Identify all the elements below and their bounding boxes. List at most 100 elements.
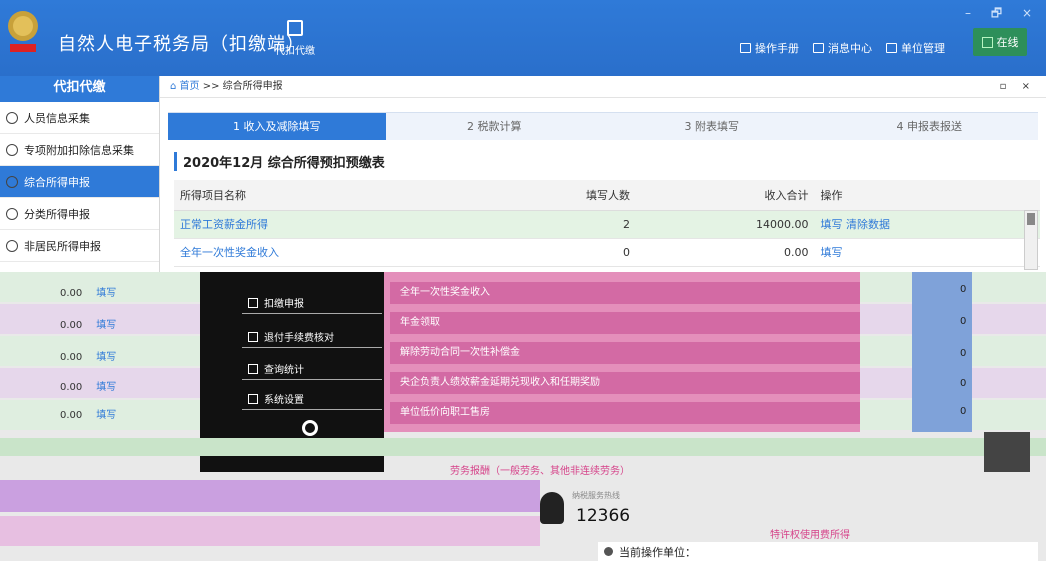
row-income-value: 0.00 <box>784 245 809 259</box>
sidebar-item-classified[interactable]: 分类所得申报 <box>0 198 159 230</box>
zero-value: 0 <box>960 378 967 389</box>
step-submit[interactable]: 4 申报表报送 <box>820 112 1038 140</box>
labor-item[interactable]: 劳务报酬（一般劳务、其他非连续劳务） <box>450 462 630 477</box>
building-icon <box>886 43 897 53</box>
fill-link[interactable]: 填写 <box>96 382 116 393</box>
main-panel: ⌂ 首页 >> 综合所得申报 ▫ × 1 收入及减除填写 2 税款计算 3 附表… <box>160 76 1046 272</box>
fill-link[interactable]: 填写 <box>96 288 116 299</box>
row-item-name[interactable]: 正常工资薪金所得 <box>174 210 482 239</box>
user-icon <box>604 547 613 556</box>
sidebar-item-label: 专项附加扣除信息采集 <box>24 143 134 157</box>
income-item[interactable]: 单位低价向职工售房 <box>390 402 860 424</box>
document-icon <box>287 20 303 36</box>
row-value-text: 0.00 <box>60 288 83 299</box>
row-band <box>0 480 540 512</box>
menu-item-label: 查询统计 <box>264 365 304 376</box>
sidebar-item-label: 分类所得申报 <box>24 207 90 221</box>
target-icon <box>302 420 318 436</box>
menu-item-label: 扣缴申报 <box>264 299 304 310</box>
category-icon <box>6 207 18 220</box>
top-menu: 操作手册 消息中心 单位管理 <box>740 40 945 56</box>
income-table: 所得项目名称 填写人数 收入合计 操作 正常工资薪金所得 2 14000.00 … <box>174 180 1040 267</box>
row-band <box>0 516 540 546</box>
row-item-name[interactable]: 全年一次性奖金收入 <box>174 238 482 267</box>
row-value-text: 0.00 <box>60 382 83 393</box>
online-status-label: 在线 <box>996 36 1019 49</box>
sidebar-item-personnel[interactable]: 人员信息采集 <box>0 102 159 134</box>
row-value: 0.00 填写 <box>60 316 116 331</box>
sidebar-item-nonresident[interactable]: 非居民所得申报 <box>0 230 159 262</box>
menu-box-icon <box>248 297 258 308</box>
title-bar: 自然人电子税务局（扣缴端） 代扣代缴 操作手册 消息中心 单位管理 在线 – 🗗… <box>0 0 1046 76</box>
income-item[interactable]: 年金领取 <box>390 312 860 334</box>
row-value-text: 0.00 <box>60 352 83 363</box>
row-income: 14000.00 <box>636 210 815 239</box>
menu-item-declaration[interactable]: 扣缴申报 <box>242 292 382 314</box>
home-icon: ⌂ <box>170 81 180 92</box>
row-income-value: 14000.00 <box>756 217 809 231</box>
current-unit-label: 当前操作单位： <box>619 545 696 559</box>
table-scrollbar[interactable] <box>1024 210 1038 270</box>
row-band <box>0 438 1046 456</box>
breadcrumb-current: 综合所得申报 <box>222 81 283 92</box>
menu-item-refund[interactable]: 退付手续费核对 <box>242 326 382 348</box>
step-attachment[interactable]: 3 附表填写 <box>603 112 821 140</box>
person-icon <box>6 111 18 124</box>
proxy-withholding-button[interactable]: 代扣代缴 <box>270 20 320 57</box>
row-value-text: 0.00 <box>60 320 83 331</box>
sidebar-item-special-deduction[interactable]: 专项附加扣除信息采集 <box>0 134 159 166</box>
table-row: 全年一次性奖金收入 0 0.00 填写 <box>174 238 1040 267</box>
fill-link[interactable]: 填写 <box>96 410 116 421</box>
panel-controls[interactable]: ▫ × <box>1000 76 1036 98</box>
income-item[interactable]: 解除劳动合同一次性补偿金 <box>390 342 860 364</box>
income-item[interactable]: 央企负责人绩效薪金延期兑现收入和任期奖励 <box>390 372 860 394</box>
row-count: 2 <box>481 210 637 239</box>
row-operations: 填写 清除数据 <box>814 210 1040 239</box>
fill-link[interactable]: 填写 <box>821 218 843 231</box>
sidebar: 代扣代缴 人员信息采集 专项附加扣除信息采集 综合所得申报 分类所得申报 非居民… <box>0 76 160 272</box>
col-operation: 操作 <box>814 180 1040 211</box>
breadcrumb-separator: >> <box>202 81 220 92</box>
menu-box-icon <box>248 393 258 404</box>
royalty-item[interactable]: 特许权使用费所得 <box>770 526 850 541</box>
step-income-input[interactable]: 1 收入及减除填写 <box>168 112 386 140</box>
sidebar-item-comprehensive[interactable]: 综合所得申报 <box>0 166 159 198</box>
fill-link[interactable]: 填写 <box>96 320 116 331</box>
proxy-withholding-label: 代扣代缴 <box>275 46 315 57</box>
report-icon <box>6 175 18 188</box>
menu-manual-label: 操作手册 <box>755 42 799 55</box>
current-unit-bar: 当前操作单位： <box>598 542 1038 561</box>
overlay-region: 0.00 填写 0.00 填写 0.00 填写 0.00 填写 0.00 填写 扣缴申报 … <box>0 272 1046 561</box>
menu-unit-management[interactable]: 单位管理 <box>886 40 945 56</box>
zero-value: 0 <box>960 284 967 295</box>
clear-data-link[interactable]: 清除数据 <box>846 218 890 231</box>
breadcrumb: ⌂ 首页 >> 综合所得申报 ▫ × <box>160 76 1046 98</box>
step-tabs: 1 收入及减除填写 2 税款计算 3 附表填写 4 申报表报送 <box>168 112 1038 140</box>
fill-link[interactable]: 填写 <box>96 352 116 363</box>
row-value: 0.00 填写 <box>60 378 116 393</box>
mail-icon <box>813 43 824 53</box>
nonresident-icon <box>6 239 18 252</box>
fill-link[interactable]: 填写 <box>821 246 843 259</box>
row-value: 0.00 填写 <box>60 284 116 299</box>
menu-box-icon <box>248 331 258 342</box>
menu-manual[interactable]: 操作手册 <box>740 40 799 56</box>
menu-item-query[interactable]: 查询统计 <box>242 358 382 380</box>
menu-messages[interactable]: 消息中心 <box>813 40 872 56</box>
sidebar-item-label: 人员信息采集 <box>24 111 90 125</box>
menu-box-icon <box>248 363 258 374</box>
sidebar-item-label: 综合所得申报 <box>24 175 90 189</box>
income-item[interactable]: 全年一次性奖金收入 <box>390 282 860 304</box>
menu-item-settings[interactable]: 系统设置 <box>242 388 382 410</box>
window-controls[interactable]: – 🗗 × <box>965 4 1040 25</box>
row-count: 0 <box>481 238 637 267</box>
sidebar-item-label: 非居民所得申报 <box>24 239 101 253</box>
scroll-thumb[interactable] <box>1027 213 1035 225</box>
row-value-text: 0.00 <box>60 410 83 421</box>
step-tax-calculation[interactable]: 2 税款计算 <box>385 112 603 140</box>
breadcrumb-home[interactable]: 首页 <box>180 81 200 92</box>
online-status-button[interactable]: 在线 <box>973 28 1027 56</box>
zero-value: 0 <box>960 348 967 359</box>
online-check-icon <box>981 36 993 48</box>
col-item-name: 所得项目名称 <box>174 180 482 211</box>
